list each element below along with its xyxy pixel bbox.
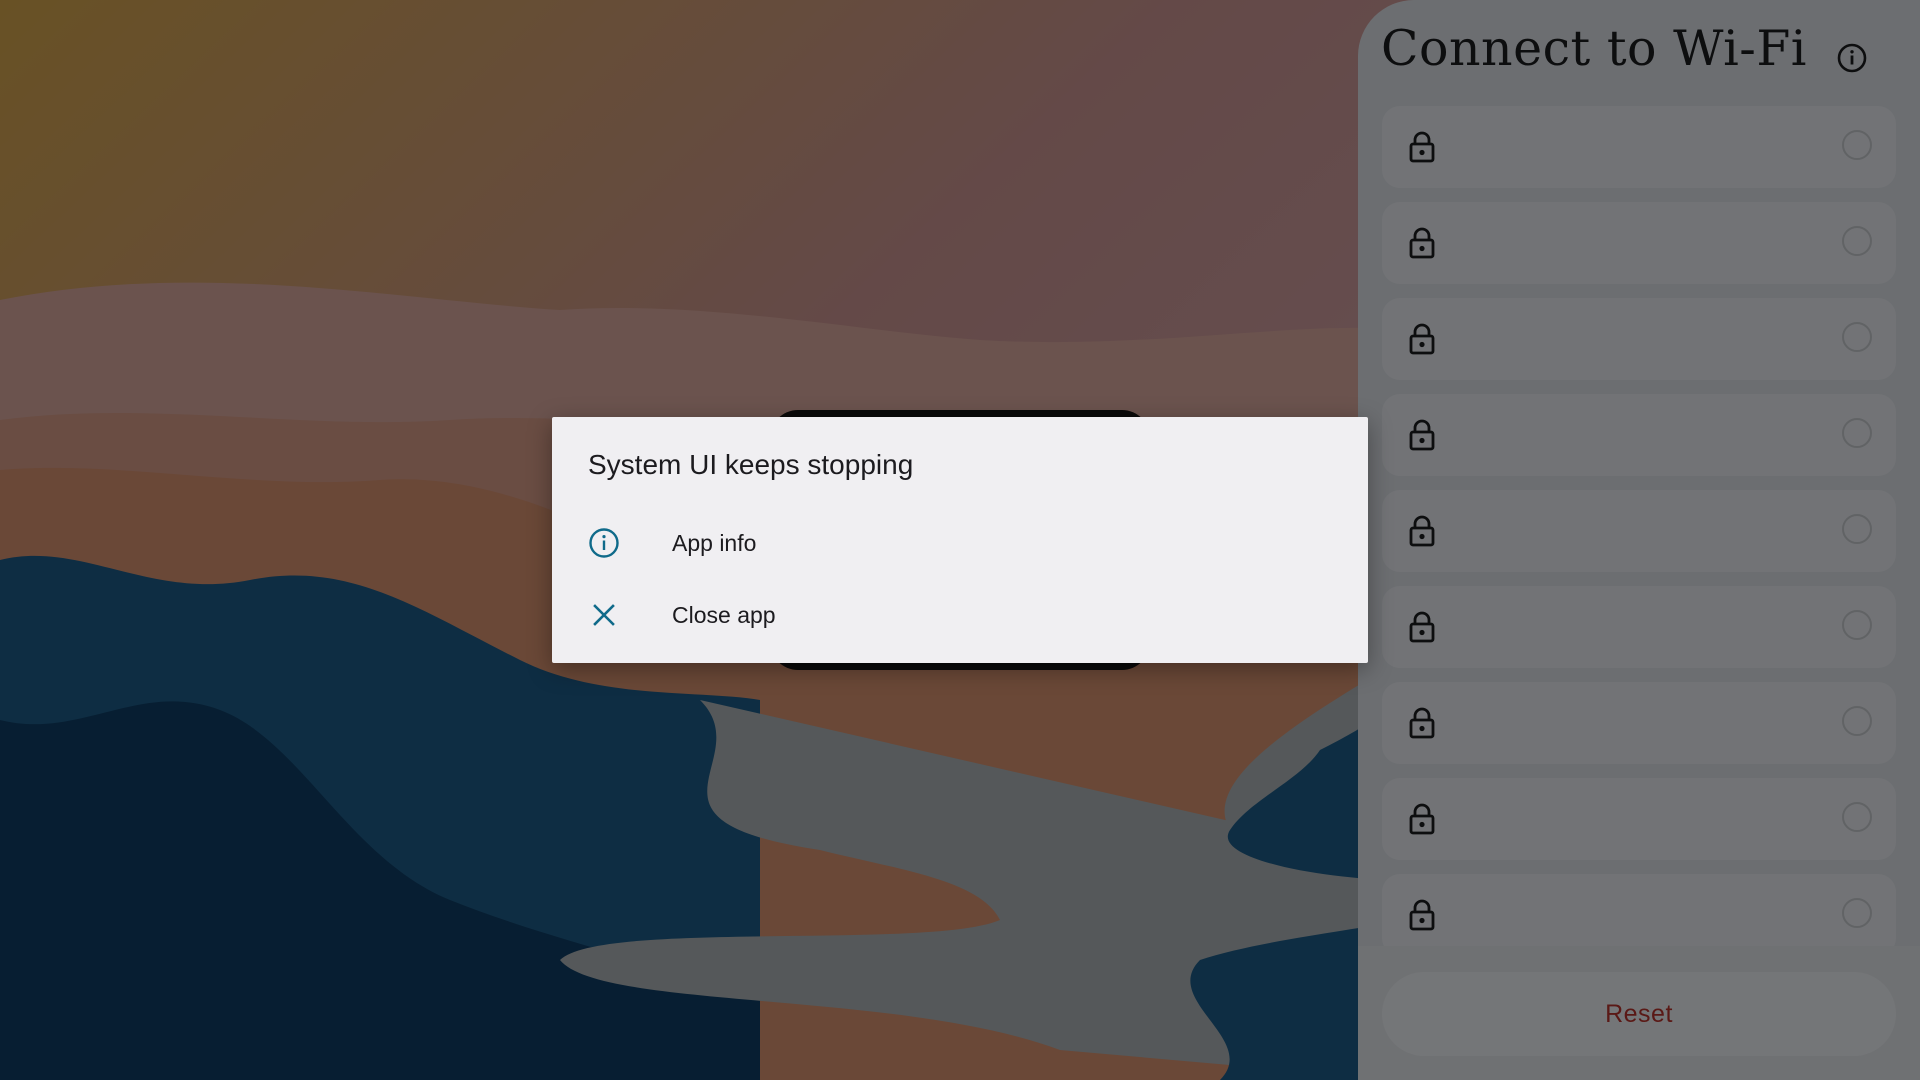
crash-dialog: System UI keeps stopping App info Close … [552,417,1368,663]
dialog-title: System UI keeps stopping [588,449,914,480]
close-app-label: Close app [672,602,776,628]
close-app-option[interactable]: Close app [552,580,1368,650]
app-info-option[interactable]: App info [552,508,1368,578]
screen: Connect to Wi-Fi [0,0,1920,1080]
close-icon [593,604,615,626]
app-info-label: App info [672,530,757,556]
info-icon [589,528,619,558]
